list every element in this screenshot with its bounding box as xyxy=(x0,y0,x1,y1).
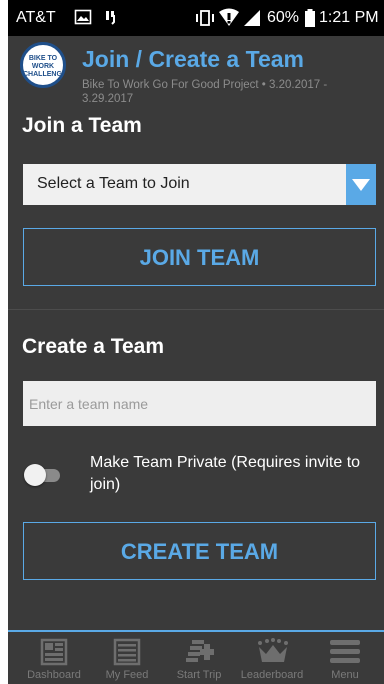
start-trip-icon xyxy=(186,640,214,662)
logo-text: BIKE TO WORK CHALLENGE xyxy=(23,55,66,78)
join-team-heading: Join a Team xyxy=(22,114,142,137)
status-bar: AT&T 60% 1:21 PM xyxy=(8,0,384,36)
nav-menu[interactable]: Menu xyxy=(320,632,370,684)
team-select-value: Select a Team to Join xyxy=(37,175,190,192)
nav-label: My Feed xyxy=(105,669,149,681)
app-screen: AT&T 60% 1:21 PM BIKE TO WORK CHALLENGE … xyxy=(8,0,384,684)
carrier-label: AT&T xyxy=(16,9,56,26)
feed-icon xyxy=(113,638,141,666)
battery-icon xyxy=(305,9,315,27)
create-team-heading: Create a Team xyxy=(22,335,165,358)
join-team-button[interactable]: JOIN TEAM xyxy=(23,228,376,286)
page-subtitle: Bike To Work Go For Good Project • 3.20.… xyxy=(82,79,328,105)
team-select-dropdown[interactable]: Select a Team to Join xyxy=(23,164,376,205)
page-header: BIKE TO WORK CHALLENGE Join / Create a T… xyxy=(8,36,384,110)
bottom-nav: Dashboard My Feed Start Trip Leaderboard… xyxy=(8,630,384,684)
dashboard-icon xyxy=(40,638,68,666)
private-team-label: Make Team Private (Requires invite to jo… xyxy=(90,454,361,493)
chevron-down-icon xyxy=(352,179,370,191)
nav-label: Start Trip xyxy=(176,669,222,681)
nav-label: Menu xyxy=(331,669,359,681)
crown-icon xyxy=(258,638,288,662)
nav-dashboard[interactable]: Dashboard xyxy=(22,632,86,684)
wifi-icon xyxy=(219,8,239,26)
battery-percent: 60% xyxy=(267,9,300,26)
private-team-toggle[interactable] xyxy=(24,463,64,487)
clock: 1:21 PM xyxy=(319,9,379,26)
section-divider xyxy=(8,309,384,310)
nav-label: Dashboard xyxy=(27,669,81,681)
vibrate-icon xyxy=(196,10,214,26)
challenge-logo: BIKE TO WORK CHALLENGE xyxy=(20,42,66,88)
nav-start-trip[interactable]: Start Trip xyxy=(168,632,230,684)
notification-icon xyxy=(106,11,115,25)
gallery-notification-icon xyxy=(74,9,92,25)
create-team-button[interactable]: CREATE TEAM xyxy=(23,522,376,580)
nav-label: Leaderboard xyxy=(240,669,304,681)
nav-leaderboard[interactable]: Leaderboard xyxy=(234,632,310,684)
dropdown-arrow[interactable] xyxy=(346,164,376,205)
team-name-input[interactable] xyxy=(23,381,376,426)
page-title: Join / Create a Team xyxy=(82,46,304,72)
toggle-thumb xyxy=(24,464,46,486)
nav-my-feed[interactable]: My Feed xyxy=(98,632,156,684)
signal-icon xyxy=(244,10,260,26)
menu-icon xyxy=(330,640,360,663)
